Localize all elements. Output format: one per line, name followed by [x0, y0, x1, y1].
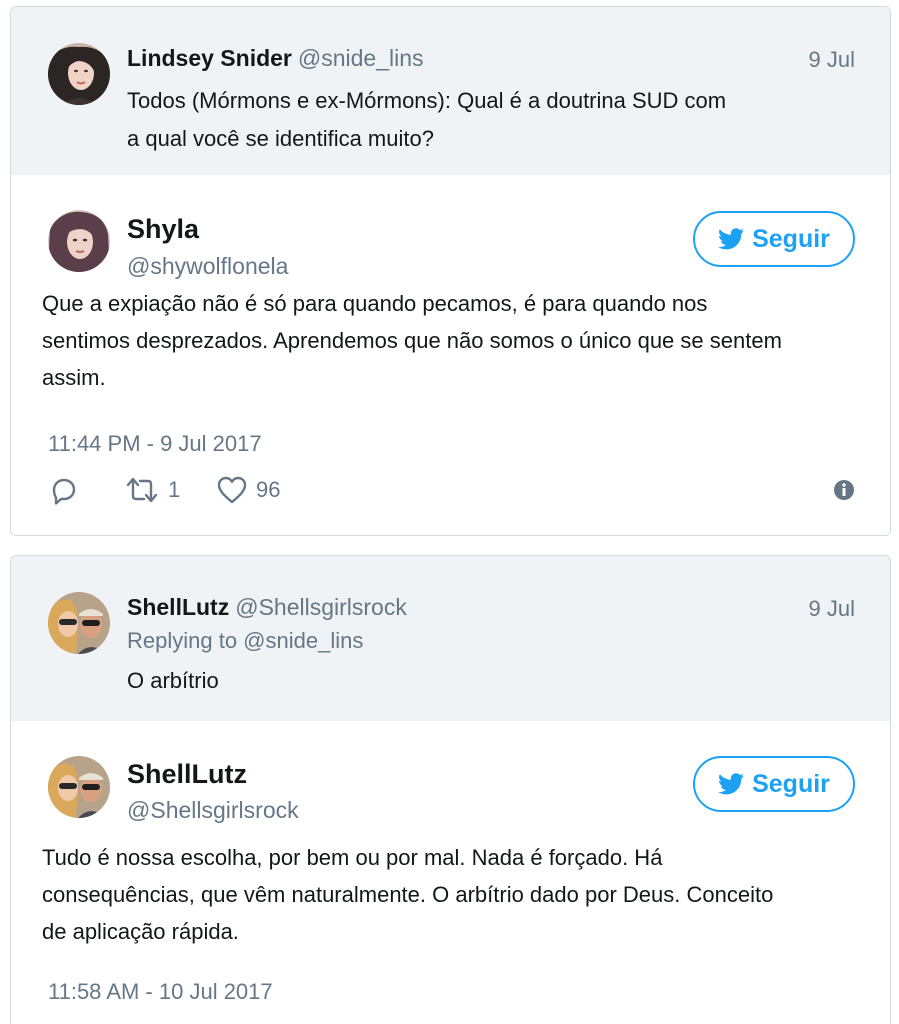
tweet-text-line: consequências, que vêm naturalmente. O a… [42, 882, 774, 907]
parent-author[interactable]: ShellLutz @Shellsgirlsrock [127, 594, 407, 621]
parent-date[interactable]: 9 Jul [809, 47, 855, 73]
avatar-shelllutz[interactable] [48, 756, 110, 818]
twitter-bird-icon [718, 773, 745, 795]
tweet-text-line: Tudo é nossa escolha, por bem ou por mal… [42, 845, 663, 870]
tweet-text: Que a expiação não é só para quando peca… [42, 285, 872, 396]
author-handle[interactable]: @shywolflonela [127, 253, 288, 280]
parent-author-handle[interactable]: @snide_lins [298, 45, 424, 71]
heart-icon [217, 476, 247, 504]
tweet-timestamp[interactable]: 11:58 AM - 10 Jul 2017 [48, 979, 273, 1005]
like-action[interactable]: 96 [216, 475, 280, 505]
avatar-shelllutz[interactable] [48, 592, 110, 654]
follow-button[interactable]: Seguir [693, 211, 855, 267]
parent-tweet-text: Todos (Mórmons e ex-Mórmons): Qual é a d… [127, 82, 726, 158]
follow-label: Seguir [752, 224, 830, 253]
avatar-shyla[interactable] [48, 210, 110, 272]
parent-author[interactable]: Lindsey Snider @snide_lins [127, 45, 424, 72]
follow-button[interactable]: Seguir [693, 756, 855, 812]
parent-tweet[interactable]: Lindsey Snider @snide_lins 9 Jul Todos (M… [11, 7, 890, 175]
tweet-text-line: sentimos desprezados. Aprendemos que não… [42, 328, 782, 353]
reply-icon [52, 478, 76, 505]
retweet-action[interactable]: 1 [124, 475, 180, 505]
replying-to[interactable]: Replying to @snide_lins [127, 628, 363, 654]
author-handle[interactable]: @Shellsgirlsrock [127, 797, 299, 824]
reply-action[interactable] [48, 475, 80, 507]
tweet-timestamp[interactable]: 11:44 PM - 9 Jul 2017 [48, 431, 262, 457]
parent-date[interactable]: 9 Jul [809, 596, 855, 622]
like-count: 96 [256, 477, 281, 502]
retweet-count: 1 [168, 477, 181, 502]
author-name[interactable]: ShellLutz [127, 759, 247, 790]
parent-text-line: Todos (Mórmons e ex-Mórmons): Qual é a d… [127, 88, 727, 113]
follow-label: Seguir [752, 769, 830, 798]
author-name[interactable]: Shyla [127, 214, 199, 245]
parent-tweet-text: O arbítrio [127, 662, 219, 700]
tweet-text-line: Que a expiação não é só para quando peca… [42, 291, 708, 316]
tweet-actions: 1 96 [48, 475, 855, 511]
retweet-icon [126, 477, 158, 503]
tweet-text-line: assim. [42, 365, 106, 390]
avatar-lindsey[interactable] [48, 43, 110, 105]
info-icon[interactable] [833, 479, 855, 506]
tweet-text-line: de aplicação rápida. [42, 919, 239, 944]
embedded-tweet-card: ShellLutz @Shellsgirlsrock 9 Jul Replying… [10, 555, 891, 1024]
parent-tweet[interactable]: ShellLutz @Shellsgirlsrock 9 Jul Replying… [11, 556, 890, 721]
parent-author-handle[interactable]: @Shellsgirlsrock [235, 594, 407, 620]
twitter-bird-icon [718, 228, 745, 250]
embedded-tweet-card: Lindsey Snider @snide_lins 9 Jul Todos (M… [10, 6, 891, 536]
parent-author-name[interactable]: ShellLutz [127, 594, 229, 620]
parent-author-name[interactable]: Lindsey Snider [127, 45, 292, 71]
tweet-text: Tudo é nossa escolha, por bem ou por mal… [42, 839, 872, 950]
parent-text-line: a qual você se identifica muito? [127, 126, 434, 151]
parent-text-line: O arbítrio [127, 668, 219, 693]
